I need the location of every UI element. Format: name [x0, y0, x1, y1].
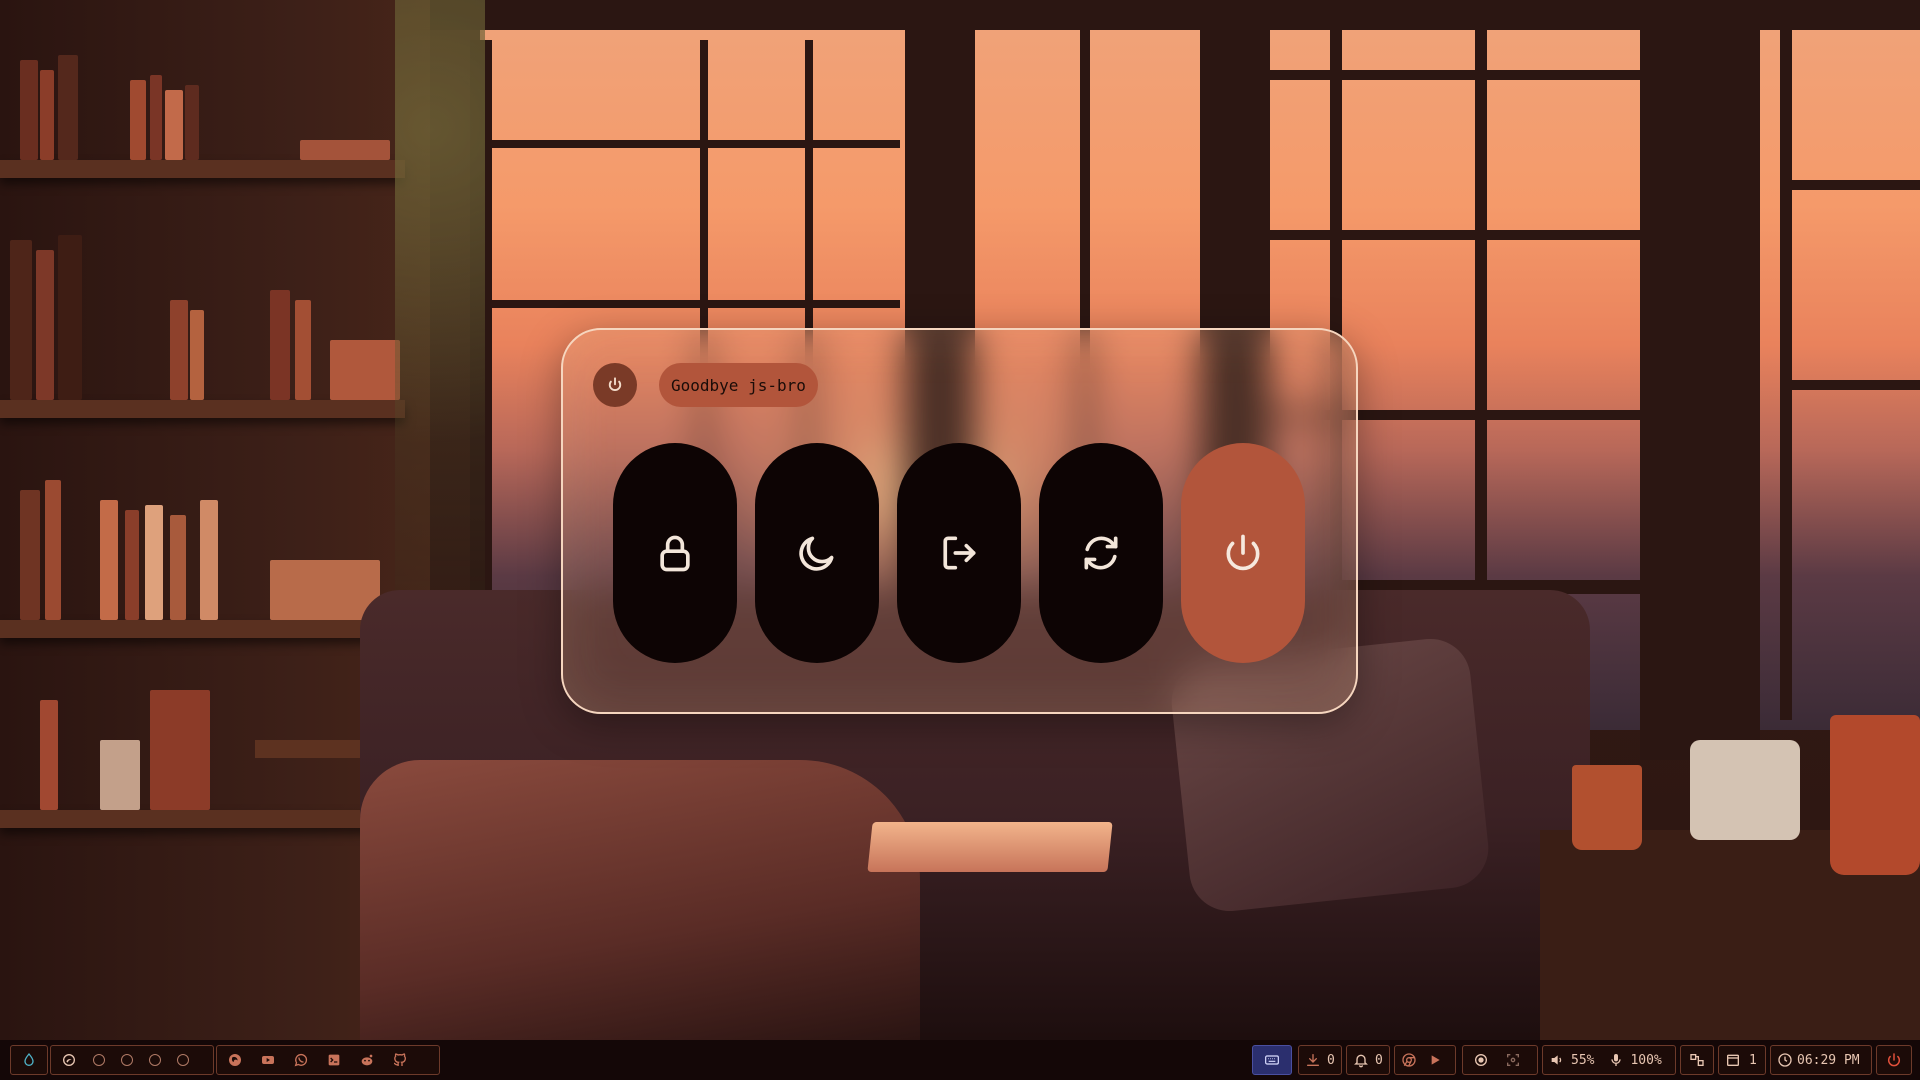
microphone-icon[interactable]	[1608, 1052, 1624, 1068]
media-player[interactable]	[1394, 1045, 1456, 1075]
keyboard-button[interactable]	[1252, 1045, 1292, 1075]
blanket	[360, 760, 920, 1040]
droplet-icon	[24, 1052, 34, 1066]
notifications-indicator[interactable]: 0	[1346, 1045, 1390, 1075]
logout-button[interactable]	[897, 443, 1021, 663]
power-icon	[593, 363, 637, 407]
workspace-dot[interactable]	[177, 1054, 189, 1066]
capture-tools	[1462, 1045, 1538, 1075]
workspaces	[50, 1045, 214, 1075]
launcher-button[interactable]	[10, 1045, 48, 1075]
book-on-sofa	[867, 822, 1113, 872]
audio-indicator: 55% 100%	[1542, 1045, 1676, 1075]
layout-button[interactable]	[1680, 1045, 1714, 1075]
layout-icon	[1690, 1054, 1704, 1066]
updates-indicator[interactable]: 0	[1298, 1045, 1342, 1075]
whatsapp-icon[interactable]	[293, 1052, 309, 1068]
notifications-count: 0	[1375, 1052, 1383, 1068]
power-menu-header: Goodbye js-bro	[593, 362, 818, 408]
chrome-icon[interactable]	[1401, 1052, 1417, 1068]
lock-button[interactable]	[613, 443, 737, 663]
github-icon[interactable]	[392, 1052, 408, 1068]
shutdown-button[interactable]	[1181, 443, 1305, 663]
power-icon	[1226, 534, 1260, 571]
app-shortcuts	[216, 1045, 440, 1075]
firefox-icon[interactable]	[227, 1052, 243, 1068]
volume-level[interactable]: 55%	[1571, 1053, 1594, 1068]
window-icon	[1727, 1054, 1739, 1066]
mic-level[interactable]: 100%	[1630, 1053, 1661, 1068]
clock-icon	[1778, 1053, 1792, 1067]
suspend-button[interactable]	[755, 443, 879, 663]
reddit-icon[interactable]	[359, 1052, 375, 1068]
power-actions	[613, 443, 1305, 663]
terminal-icon[interactable]	[326, 1052, 342, 1068]
play-icon[interactable]	[1427, 1052, 1443, 1068]
ivy-vines	[395, 0, 485, 650]
updates-count: 0	[1327, 1052, 1335, 1068]
swirl-icon[interactable]	[61, 1052, 77, 1068]
youtube-icon[interactable]	[260, 1052, 276, 1068]
reboot-button[interactable]	[1039, 443, 1163, 663]
lock-icon	[660, 535, 690, 572]
logout-icon	[943, 536, 976, 570]
power-button[interactable]	[1876, 1045, 1912, 1075]
moon-icon	[799, 536, 834, 571]
download-icon	[1307, 1054, 1319, 1066]
power-menu: Goodbye js-bro	[561, 328, 1358, 714]
keyboard-icon	[1265, 1055, 1279, 1065]
clock[interactable]: 06:29 PM	[1770, 1045, 1872, 1075]
record-icon[interactable]	[1473, 1052, 1489, 1068]
window-count-value: 1	[1749, 1052, 1757, 1068]
workspace-dot[interactable]	[149, 1054, 161, 1066]
reboot-icon	[1084, 536, 1118, 570]
window-count[interactable]: 1	[1718, 1045, 1766, 1075]
volume-icon[interactable]	[1549, 1052, 1565, 1068]
workspace-dot[interactable]	[121, 1054, 133, 1066]
greeting-label: Goodbye js-bro	[659, 363, 818, 407]
power-icon	[1887, 1053, 1901, 1067]
clock-time: 06:29 PM	[1797, 1052, 1860, 1068]
workspace-dot[interactable]	[93, 1054, 105, 1066]
screenshot-icon[interactable]	[1505, 1052, 1521, 1068]
bell-icon	[1354, 1054, 1368, 1068]
